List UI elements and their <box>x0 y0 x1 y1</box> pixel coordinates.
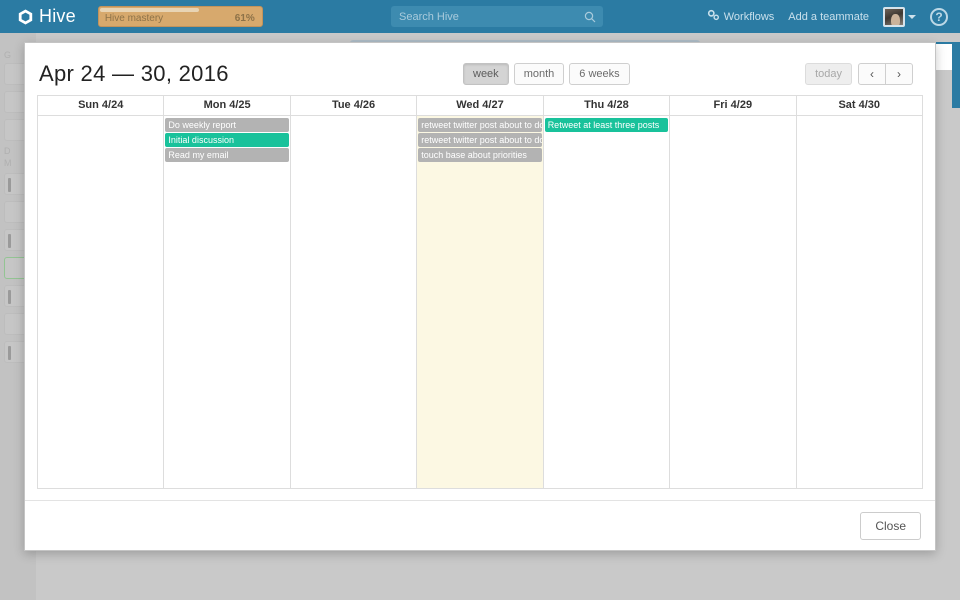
calendar-modal: Apr 24 — 30, 2016 week month 6 weeks tod… <box>24 42 936 551</box>
day-events: Do weekly report Initial discussion Read… <box>165 118 289 163</box>
chevron-down-icon[interactable] <box>908 14 916 19</box>
calendar-event[interactable]: retweet twitter post about to do list b <box>418 133 542 147</box>
help-icon[interactable]: ? <box>930 7 948 26</box>
day-column-wed[interactable]: retweet twitter post about to do list b … <box>416 116 543 488</box>
workflows-label: Workflows <box>723 10 775 23</box>
day-header-thu: Thu 4/28 <box>542 96 670 116</box>
calendar-event[interactable]: Do weekly report <box>165 118 289 132</box>
view-button-week[interactable]: week <box>463 63 509 85</box>
day-column-mon[interactable]: Do weekly report Initial discussion Read… <box>163 116 290 488</box>
calendar-toolbar: Apr 24 — 30, 2016 week month 6 weeks tod… <box>37 55 923 93</box>
today-button[interactable]: today <box>805 63 852 85</box>
day-column-sat[interactable] <box>795 116 922 488</box>
calendar-event[interactable]: Initial discussion <box>165 133 289 147</box>
sidebar-group-label: G <box>4 50 12 60</box>
day-column-tue[interactable] <box>289 116 417 488</box>
calendar-event[interactable]: Retweet at least three posts <box>544 118 669 132</box>
calendar-day-columns: Do weekly report Initial discussion Read… <box>38 116 922 488</box>
navbar-right-actions: Workflows Add a teammate ? <box>707 0 948 33</box>
close-button[interactable]: Close <box>860 511 921 540</box>
chevron-right-icon[interactable]: › <box>886 63 913 85</box>
avatar[interactable] <box>883 6 905 27</box>
day-header-tue: Tue 4/26 <box>289 96 417 116</box>
brand-logo[interactable]: Hive <box>18 6 76 27</box>
background-right-scrollbar <box>952 42 960 108</box>
mastery-progress-fill <box>99 8 200 12</box>
hexagon-logo-icon <box>18 9 33 25</box>
day-events: Retweet at least three posts <box>544 118 669 133</box>
day-header-sun: Sun 4/24 <box>38 96 164 116</box>
add-teammate-link[interactable]: Add a teammate <box>788 11 869 23</box>
top-navbar: Hive Hive mastery 61% Workflows Add a <box>0 0 960 33</box>
search-icon <box>584 10 596 28</box>
day-header-wed: Wed 4/27 <box>416 96 543 116</box>
day-column-sun[interactable] <box>38 116 164 488</box>
gears-icon <box>707 9 720 24</box>
day-header-fri: Fri 4/29 <box>669 96 796 116</box>
search-input[interactable] <box>391 6 603 27</box>
hive-mastery-progress[interactable]: Hive mastery 61% <box>97 6 263 27</box>
calendar-event[interactable]: touch base about priorities <box>418 148 542 162</box>
calendar-event[interactable]: retweet twitter post about to do list b <box>418 118 542 132</box>
calendar-event[interactable]: Read my email <box>165 148 289 162</box>
day-events: retweet twitter post about to do list b … <box>418 118 542 163</box>
calendar-grid: Sun 4/24 Mon 4/25 Tue 4/26 Wed 4/27 Thu … <box>37 95 923 489</box>
view-button-6weeks[interactable]: 6 weeks <box>569 63 630 85</box>
day-header-sat: Sat 4/30 <box>795 96 922 116</box>
modal-body: Apr 24 — 30, 2016 week month 6 weeks tod… <box>25 43 935 489</box>
user-menu[interactable] <box>883 6 916 27</box>
mastery-label: Hive mastery <box>104 13 164 24</box>
page-title: Apr 24 — 30, 2016 <box>39 61 229 86</box>
mastery-percent: 61% <box>234 13 255 24</box>
view-switcher: week month 6 weeks <box>463 63 630 85</box>
day-header-mon: Mon 4/25 <box>163 96 290 116</box>
chevron-left-icon[interactable]: ‹ <box>858 63 886 85</box>
search-box[interactable] <box>391 6 603 27</box>
pager: ‹ › <box>858 63 913 85</box>
date-navigation: today ‹ › <box>805 63 913 85</box>
sidebar-group-label: D <box>4 146 11 156</box>
sidebar-group-label: M <box>4 158 12 168</box>
day-column-fri[interactable] <box>669 116 796 488</box>
calendar-day-headers: Sun 4/24 Mon 4/25 Tue 4/26 Wed 4/27 Thu … <box>38 95 922 116</box>
day-column-thu[interactable]: Retweet at least three posts <box>542 116 670 488</box>
modal-footer: Close <box>25 500 935 550</box>
view-button-month[interactable]: month <box>513 63 565 85</box>
add-teammate-label: Add a teammate <box>788 10 869 23</box>
workflows-link[interactable]: Workflows <box>707 9 775 24</box>
brand-name: Hive <box>39 6 76 26</box>
